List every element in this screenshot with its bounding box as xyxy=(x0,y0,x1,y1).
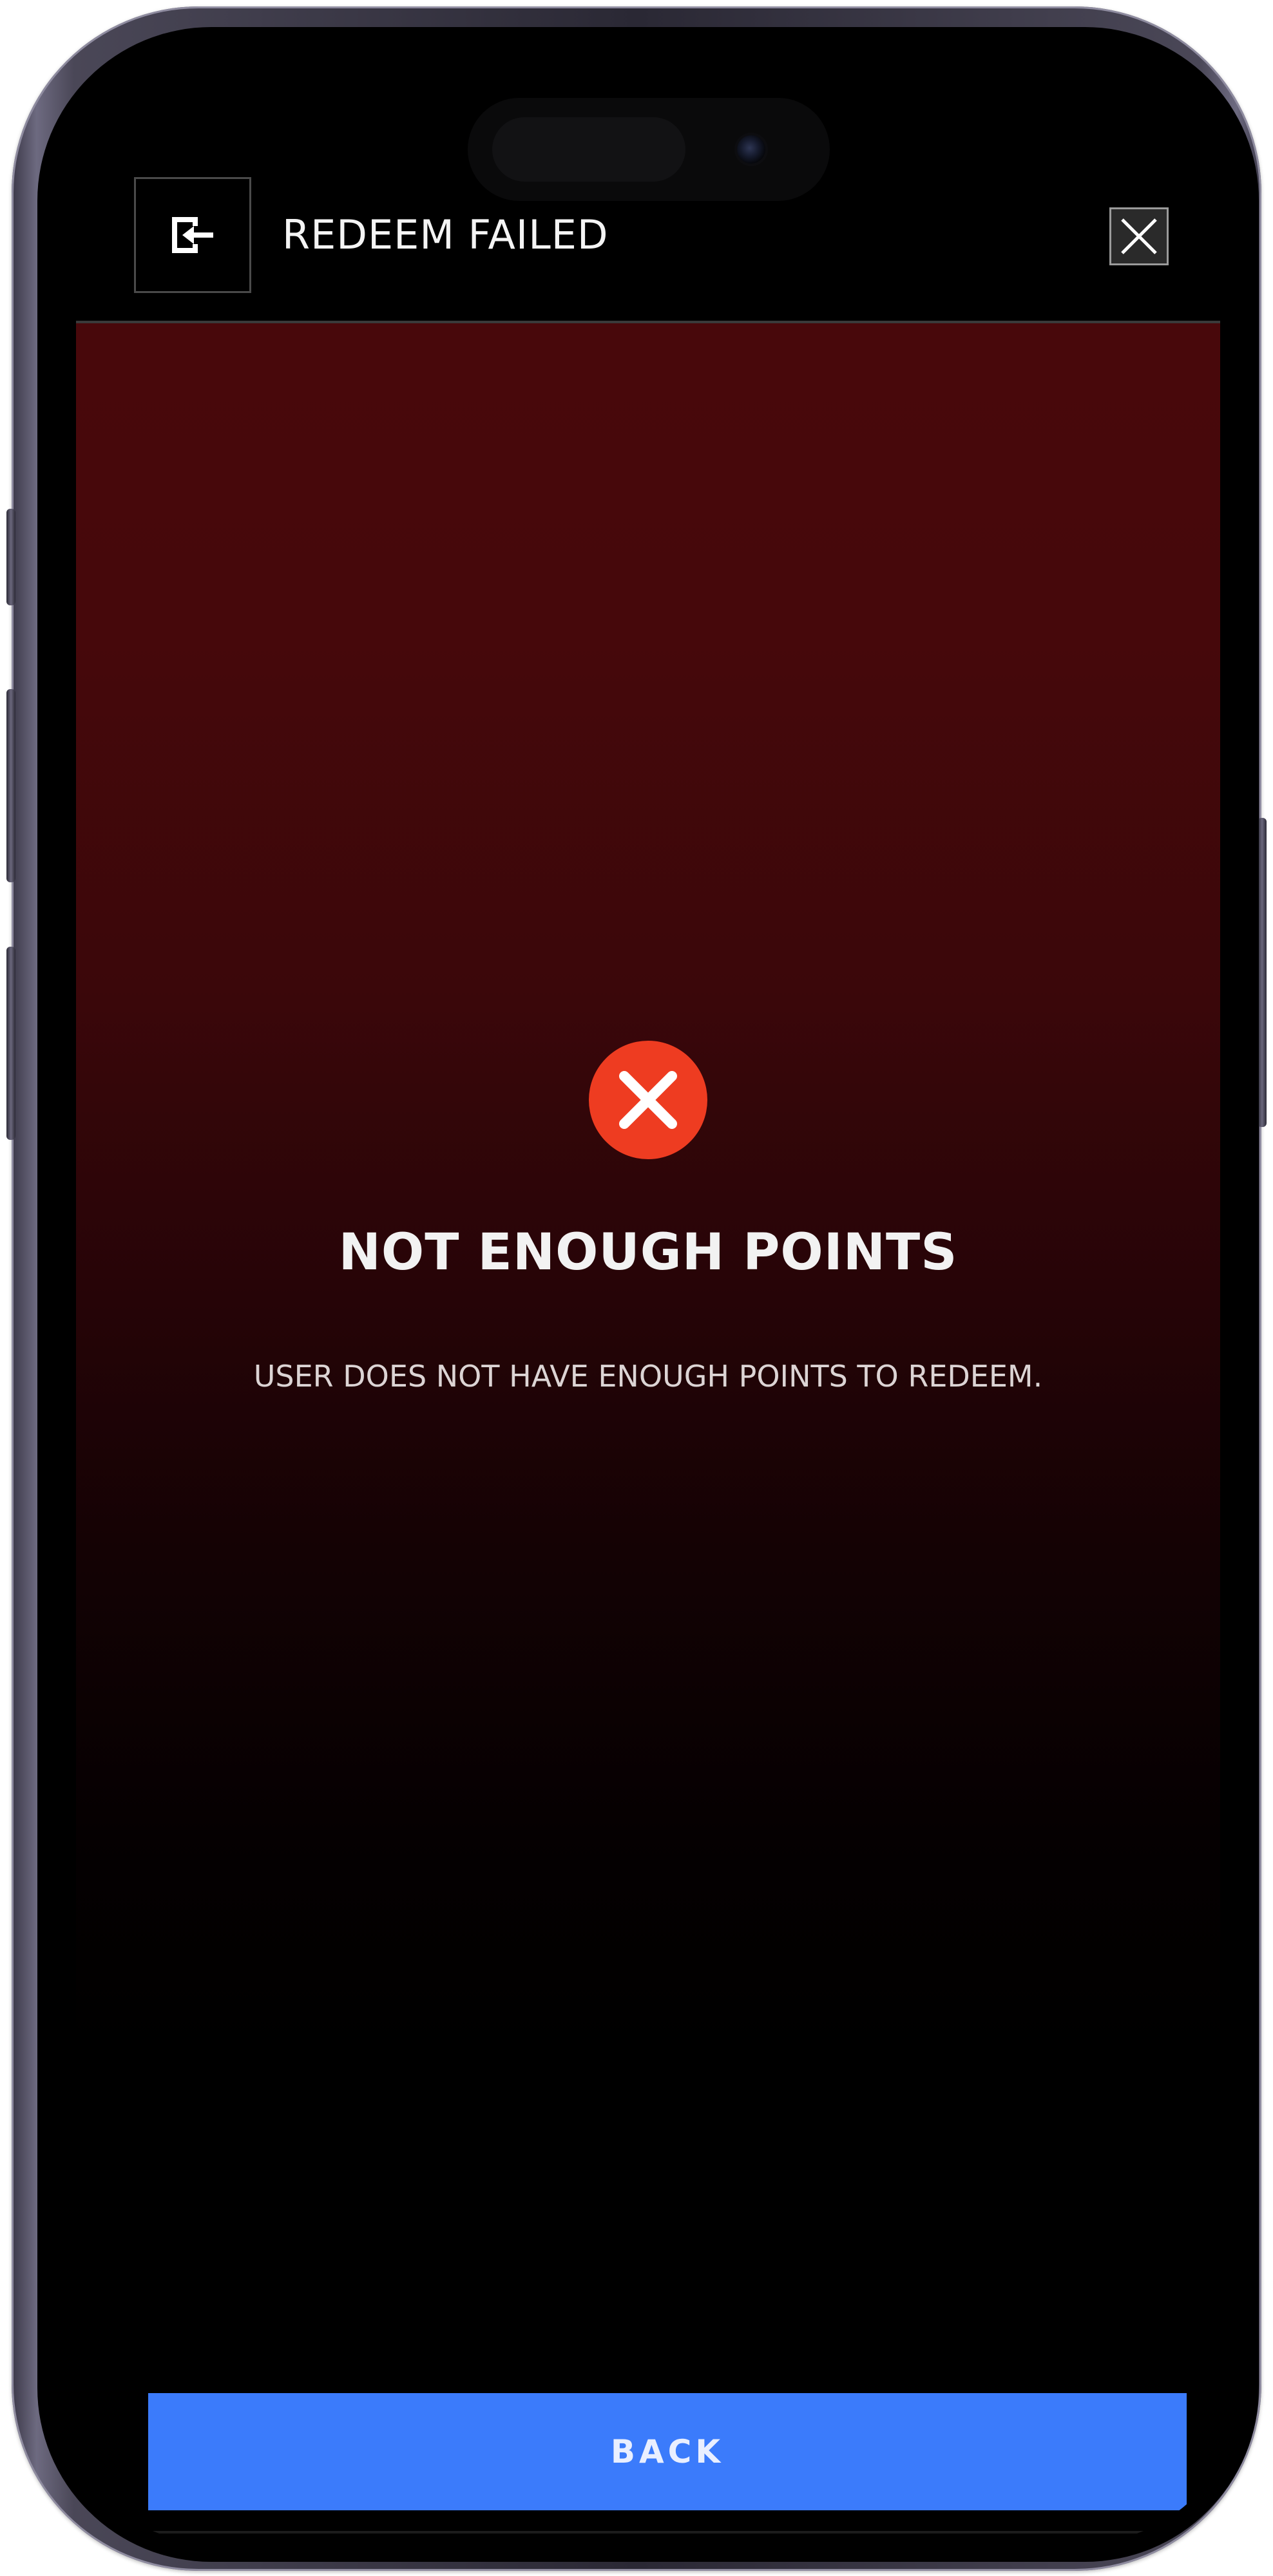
dynamic-island xyxy=(468,98,830,201)
error-title: NOT ENOUGH POINTS xyxy=(338,1224,958,1282)
result-panel: NOT ENOUGH POINTS USER DOES NOT HAVE ENO… xyxy=(76,323,1220,2543)
volume-up-button xyxy=(6,689,15,882)
back-button[interactable]: BACK xyxy=(148,2393,1187,2510)
exit-arrow-icon xyxy=(172,217,213,253)
island-sensor xyxy=(492,117,685,182)
power-button xyxy=(1258,818,1267,1127)
error-x-icon xyxy=(589,1041,707,1159)
volume-down-button xyxy=(6,947,15,1140)
error-message: USER DOES NOT HAVE ENOUGH POINTS TO REDE… xyxy=(253,1359,1043,1394)
close-button[interactable] xyxy=(1109,207,1169,265)
bottom-divider xyxy=(76,2531,1220,2533)
action-button xyxy=(6,509,15,605)
close-icon xyxy=(1121,218,1157,254)
page-title: REDEEM FAILED xyxy=(282,211,609,258)
exit-button[interactable] xyxy=(134,177,251,293)
screen: REDEEM FAILED NOT ENOUGH POINTS USER DOE… xyxy=(57,46,1240,2543)
header-bar: REDEEM FAILED xyxy=(57,46,1240,322)
phone-frame: REDEEM FAILED NOT ENOUGH POINTS USER DOE… xyxy=(6,6,1267,2571)
front-camera xyxy=(737,135,765,164)
